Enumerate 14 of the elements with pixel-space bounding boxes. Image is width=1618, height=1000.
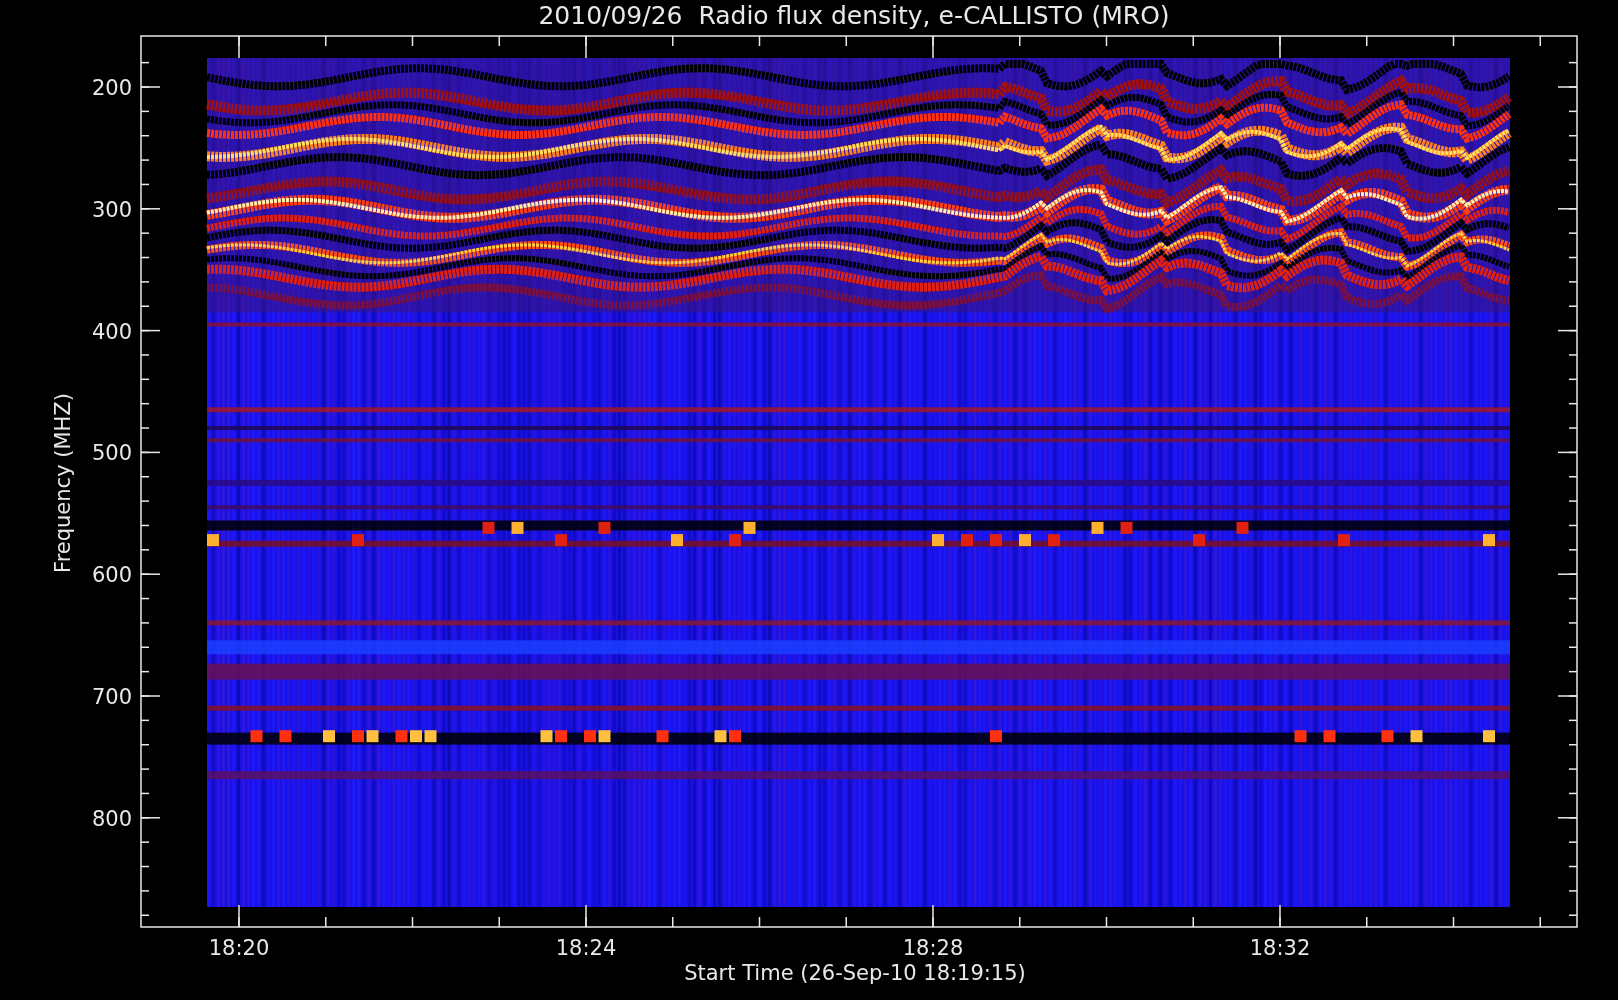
x-tick-label: 18:24 (555, 936, 617, 960)
y-tick-label: 700 (91, 685, 132, 709)
y-tick-label: 800 (91, 806, 132, 831)
chart-title: 2010/09/26 Radio flux density, e-CALLISTO (MRO) (538, 1, 1170, 30)
y-axis-label: Frequency (MHZ) (51, 393, 75, 573)
y-tick-label: 600 (91, 563, 132, 588)
x-tick-label: 18:28 (902, 936, 964, 960)
y-tick-label: 500 (91, 441, 132, 466)
x-tick-label: 18:20 (208, 936, 270, 960)
y-tick-label: 300 (91, 197, 132, 222)
x-tick-label: 18:32 (1249, 936, 1311, 960)
x-axis-label: Start Time (26-Sep-10 18:19:15) (684, 961, 1026, 985)
y-tick-label: 400 (91, 319, 132, 344)
y-tick-label: 200 (91, 76, 132, 100)
